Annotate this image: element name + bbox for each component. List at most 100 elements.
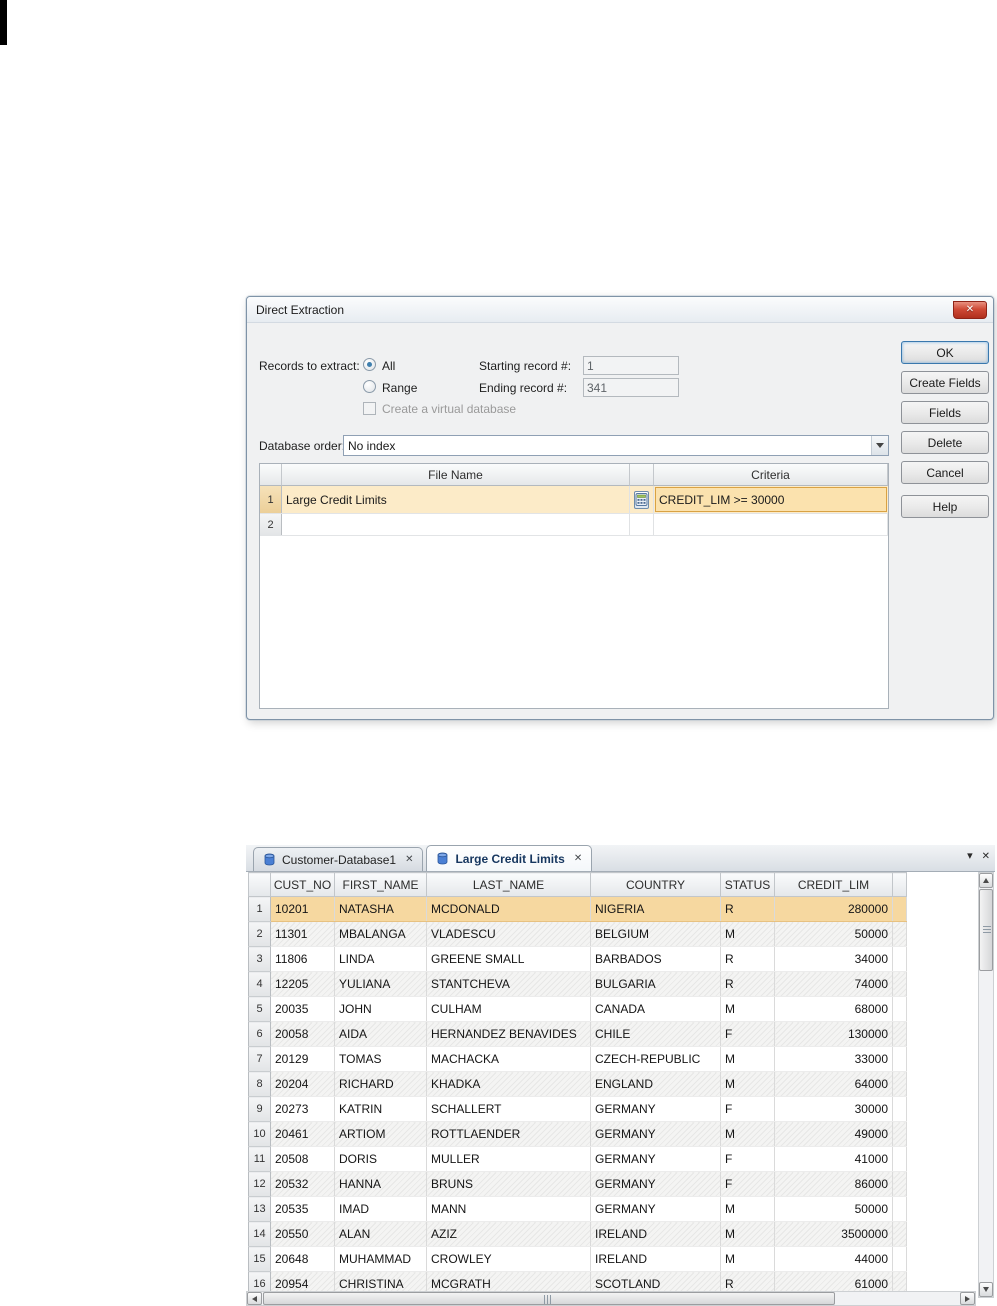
row-number[interactable]: 13 (248, 1196, 271, 1222)
table-cell[interactable]: KHADKA (426, 1071, 591, 1097)
table-row[interactable]: 2 11301 MBALANGA VLADESCU BELGIUM M 50000 (248, 921, 907, 947)
row-number[interactable]: 15 (248, 1246, 271, 1272)
criteria-column-header[interactable]: Criteria (654, 464, 888, 486)
table-cell[interactable]: KATRIN (334, 1096, 427, 1122)
table-cell[interactable]: TOMAS (334, 1046, 427, 1072)
table-cell[interactable]: HERNANDEZ BENAVIDES (426, 1021, 591, 1047)
table-cell[interactable]: HANNA (334, 1171, 427, 1197)
horizontal-scroll-thumb[interactable] (263, 1292, 835, 1305)
table-cell[interactable]: IRELAND (590, 1246, 721, 1272)
table-cell[interactable]: AZIZ (426, 1221, 591, 1247)
column-header-first_name[interactable]: FIRST_NAME (334, 872, 427, 897)
table-cell[interactable]: M (720, 1221, 775, 1247)
table-cell[interactable]: 130000 (774, 1021, 893, 1047)
scroll-left-button[interactable] (247, 1292, 262, 1305)
table-row[interactable]: 7 20129 TOMAS MACHACKA CZECH-REPUBLIC M 33000 (248, 1046, 907, 1072)
database-order-select[interactable]: No index (343, 435, 889, 456)
table-cell[interactable]: 50000 (774, 1196, 893, 1222)
table-cell[interactable]: GERMANY (590, 1146, 721, 1172)
table-cell[interactable]: 12205 (270, 971, 335, 997)
table-cell[interactable]: VLADESCU (426, 921, 591, 947)
table-cell[interactable]: 10201 (270, 896, 335, 922)
table-cell[interactable]: MULLER (426, 1146, 591, 1172)
create-fields-button[interactable]: Create Fields (901, 371, 989, 394)
table-cell[interactable]: 11301 (270, 921, 335, 947)
radio-range[interactable] (363, 380, 376, 393)
ok-button[interactable]: OK (901, 341, 989, 364)
table-cell[interactable]: 34000 (774, 946, 893, 972)
column-header-cust_no[interactable]: CUST_NO (270, 872, 335, 897)
table-cell[interactable]: 20535 (270, 1196, 335, 1222)
table-row[interactable]: 5 20035 JOHN CULHAM CANADA M 68000 (248, 996, 907, 1022)
ending-record-input[interactable] (583, 378, 679, 397)
table-cell[interactable]: ALAN (334, 1221, 427, 1247)
table-cell[interactable]: 20273 (270, 1096, 335, 1122)
table-cell[interactable]: 68000 (774, 996, 893, 1022)
tab-customer-database1[interactable]: Customer-Database1 ✕ (253, 847, 424, 871)
table-cell[interactable]: CULHAM (426, 996, 591, 1022)
tab-close-icon[interactable]: ✕ (405, 854, 413, 865)
table-cell[interactable]: F (720, 1021, 775, 1047)
cancel-button[interactable]: Cancel (901, 461, 989, 484)
dialog-titlebar[interactable]: Direct Extraction ✕ (247, 297, 993, 323)
table-cell[interactable]: 20129 (270, 1046, 335, 1072)
table-cell[interactable]: 20648 (270, 1246, 335, 1272)
tab-list-dropdown-icon[interactable]: ▾ (967, 851, 973, 862)
radio-all[interactable] (363, 358, 376, 371)
table-cell[interactable]: F (720, 1171, 775, 1197)
fields-button[interactable]: Fields (901, 401, 989, 424)
table-row[interactable]: 9 20273 KATRIN SCHALLERT GERMANY F 30000 (248, 1096, 907, 1122)
column-header-country[interactable]: COUNTRY (590, 872, 721, 897)
table-cell[interactable]: GERMANY (590, 1196, 721, 1222)
table-cell[interactable]: BRUNS (426, 1171, 591, 1197)
table-cell[interactable]: ENGLAND (590, 1071, 721, 1097)
table-row[interactable]: 4 12205 YULIANA STANTCHEVA BULGARIA R 74000 (248, 971, 907, 997)
extraction-row[interactable]: 1 Large Credit Limits CREDIT_LIM >= 3000… (260, 486, 888, 514)
table-cell[interactable]: GERMANY (590, 1121, 721, 1147)
table-cell[interactable]: R (720, 946, 775, 972)
table-cell[interactable]: 49000 (774, 1121, 893, 1147)
table-row[interactable]: 6 20058 AIDA HERNANDEZ BENAVIDES CHILE F 13000… (248, 1021, 907, 1047)
row-number[interactable]: 5 (248, 996, 271, 1022)
table-cell[interactable]: YULIANA (334, 971, 427, 997)
table-cell[interactable]: STANTCHEVA (426, 971, 591, 997)
scroll-down-button[interactable] (979, 1282, 993, 1297)
table-cell[interactable]: 41000 (774, 1146, 893, 1172)
table-row[interactable]: 11 20508 DORIS MULLER GERMANY F 41000 (248, 1146, 907, 1172)
table-cell[interactable]: CZECH-REPUBLIC (590, 1046, 721, 1072)
table-cell[interactable]: 20532 (270, 1171, 335, 1197)
table-cell[interactable]: M (720, 1246, 775, 1272)
criteria-cell[interactable]: CREDIT_LIM >= 30000 (655, 487, 887, 512)
row-number[interactable]: 14 (248, 1221, 271, 1247)
row-number[interactable]: 7 (248, 1046, 271, 1072)
table-cell[interactable]: ROTTLAENDER (426, 1121, 591, 1147)
table-cell[interactable]: 74000 (774, 971, 893, 997)
table-cell[interactable]: DORIS (334, 1146, 427, 1172)
row-number[interactable]: 3 (248, 946, 271, 972)
table-cell[interactable]: 33000 (774, 1046, 893, 1072)
row-number[interactable]: 2 (248, 921, 271, 947)
row-number[interactable]: 1 (260, 486, 282, 513)
table-cell[interactable]: M (720, 1046, 775, 1072)
equation-editor-button[interactable] (634, 490, 649, 509)
horizontal-scrollbar[interactable] (246, 1291, 976, 1306)
table-cell[interactable]: R (720, 896, 775, 922)
table-cell[interactable]: 20550 (270, 1221, 335, 1247)
table-cell[interactable]: GERMANY (590, 1096, 721, 1122)
row-number[interactable]: 4 (248, 971, 271, 997)
table-cell[interactable]: GERMANY (590, 1171, 721, 1197)
table-cell[interactable]: NATASHA (334, 896, 427, 922)
row-number-header[interactable] (248, 872, 271, 897)
table-cell[interactable]: AIDA (334, 1021, 427, 1047)
row-number[interactable]: 2 (260, 514, 282, 535)
row-number[interactable]: 11 (248, 1146, 271, 1172)
table-cell[interactable]: NIGERIA (590, 896, 721, 922)
table-row[interactable]: 10 20461 ARTIOM ROTTLAENDER GERMANY M 49000 (248, 1121, 907, 1147)
table-cell[interactable]: 50000 (774, 921, 893, 947)
table-cell[interactable]: R (720, 971, 775, 997)
column-header-last_name[interactable]: LAST_NAME (426, 872, 591, 897)
tab-close-icon[interactable]: ✕ (574, 853, 582, 864)
dialog-close-button[interactable]: ✕ (953, 301, 987, 319)
vertical-scroll-thumb[interactable] (979, 889, 993, 971)
table-cell[interactable]: JOHN (334, 996, 427, 1022)
